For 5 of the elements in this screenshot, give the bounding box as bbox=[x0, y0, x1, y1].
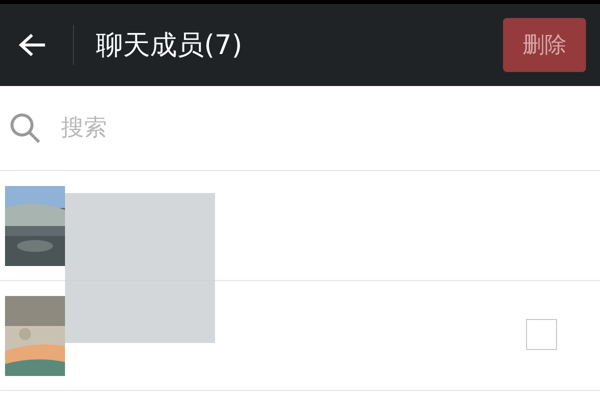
screen-title: 聊天成员(7) bbox=[96, 29, 244, 63]
checkbox[interactable] bbox=[526, 319, 557, 350]
back-arrow-icon[interactable] bbox=[18, 33, 46, 57]
search-icon bbox=[9, 112, 41, 144]
search-field[interactable]: 搜索 bbox=[59, 114, 463, 142]
